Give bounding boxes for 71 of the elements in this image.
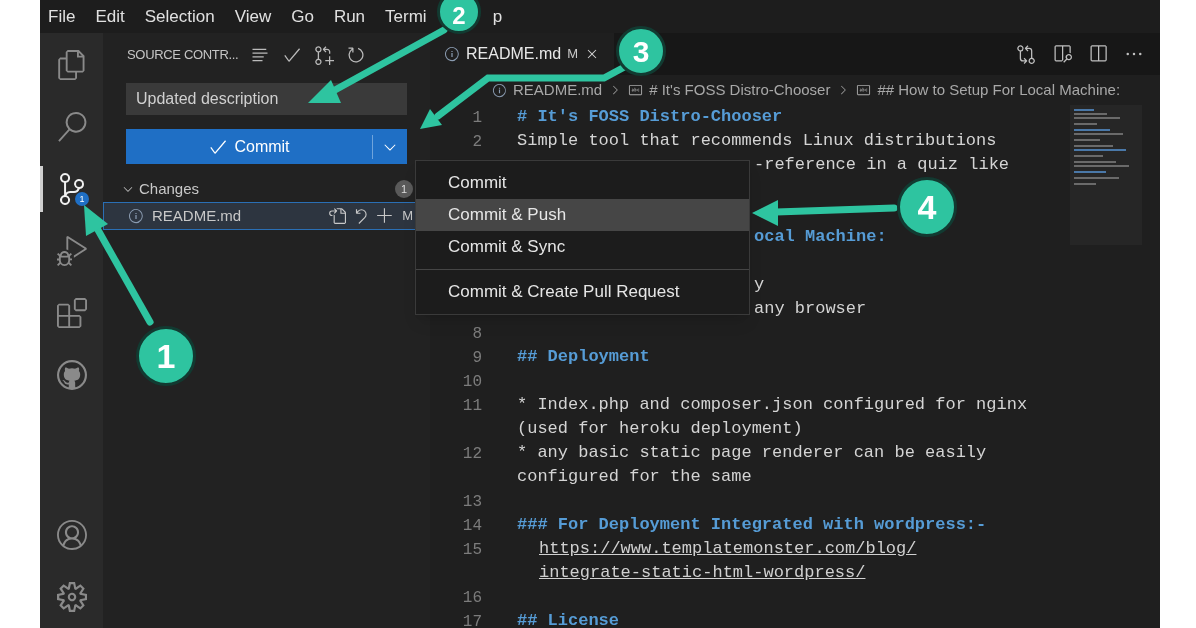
line-number: 14 [462,516,482,535]
code-line: -reference in a quiz like [754,155,1010,175]
line-number: 13 [462,492,482,511]
compare-icon[interactable] [1016,44,1036,64]
line-number: 11 [462,396,482,415]
account-icon[interactable] [56,520,87,550]
breadcrumb-item[interactable]: ## How to Setup For Local Machine: [877,78,1121,102]
editor-tab[interactable]: README.md M [430,33,614,75]
plus-icon[interactable] [376,207,395,225]
menu-item[interactable]: Commit [416,167,749,199]
info-icon [128,208,144,224]
menu-item[interactable]: File [48,3,76,30]
breadcrumb-item[interactable]: README.md [513,78,603,102]
pull-request-icon[interactable] [314,45,335,65]
blocks-icon[interactable] [56,298,87,328]
code-line: * Index.php and composer.json configured for nginx [517,395,1028,415]
github-icon[interactable] [56,360,87,390]
line-number: 12 [462,444,482,463]
line-number: 10 [462,372,482,391]
count-badge: 1 [395,180,413,198]
search-icon[interactable] [56,112,87,142]
code-line: y [754,275,765,295]
file-name: README.md [152,205,242,226]
code-line: any browser [754,299,867,319]
menu-item[interactable]: Commit & Sync [416,231,749,263]
section-title[interactable]: Changes [139,177,200,201]
line-number: 8 [472,324,482,343]
line-number: 9 [472,348,482,367]
line-number: 2 [472,132,482,151]
menu-item[interactable]: Edit [95,3,125,30]
count-badge: 1 [75,192,89,206]
code-line: (used for heroku deployment) [517,419,803,439]
preview-icon[interactable] [1052,44,1072,64]
code-link[interactable]: https://www.templatemonster.com/blog/ [517,539,917,559]
panel-title: SOURCE CONTR... [127,46,239,65]
code-line: ## License [517,611,620,628]
code-line: ocal Machine: [754,227,887,247]
line-number: 16 [462,588,482,607]
status-letter: M [402,207,413,226]
commit-message-field[interactable]: Updated description [126,83,407,115]
commit-button[interactable]: Commit [126,129,407,164]
line-number: 15 [462,540,482,559]
code-line: * any basic static page renderer can be easily [517,443,987,463]
split-icon[interactable] [1088,44,1108,64]
menu-item[interactable]: p [492,3,503,30]
menu-item[interactable]: Selection [144,3,215,30]
code-line: configured for the same [517,467,752,487]
menu-item[interactable]: Commit & Create Pull Request [416,276,749,308]
settings-icon[interactable] [56,582,87,612]
line-number: 1 [472,108,482,127]
code-line: ### For Deployment Integrated with wordpress:- [517,515,987,535]
breadcrumb-item[interactable]: # It's FOSS Distro-Chooser [649,78,831,102]
status-letter: M [567,45,578,64]
menu-item[interactable]: Commit & Push [416,199,749,231]
code-link[interactable]: integrate-static-html-wordpress/ [517,563,866,583]
info-icon [492,82,507,98]
info-icon [444,46,460,62]
line-number: 17 [462,612,482,628]
minimap[interactable] [1070,105,1142,245]
code-line: # It's FOSS Distro-Chooser [517,107,783,127]
menu-item[interactable]: Run [333,3,366,30]
tab-label: README.md [466,44,562,64]
commit-label: Commit [234,136,290,157]
open-file-icon[interactable] [328,207,347,225]
files-icon[interactable] [56,50,87,80]
code-line: Simple tool that recommends Linux distributions [517,131,997,151]
menu-item[interactable]: Go [291,3,314,30]
code-line: ## Deployment [517,347,650,367]
menu-item[interactable]: View [234,3,272,30]
menu-item[interactable]: Termi [385,3,427,30]
play-bug-icon[interactable] [56,236,87,266]
